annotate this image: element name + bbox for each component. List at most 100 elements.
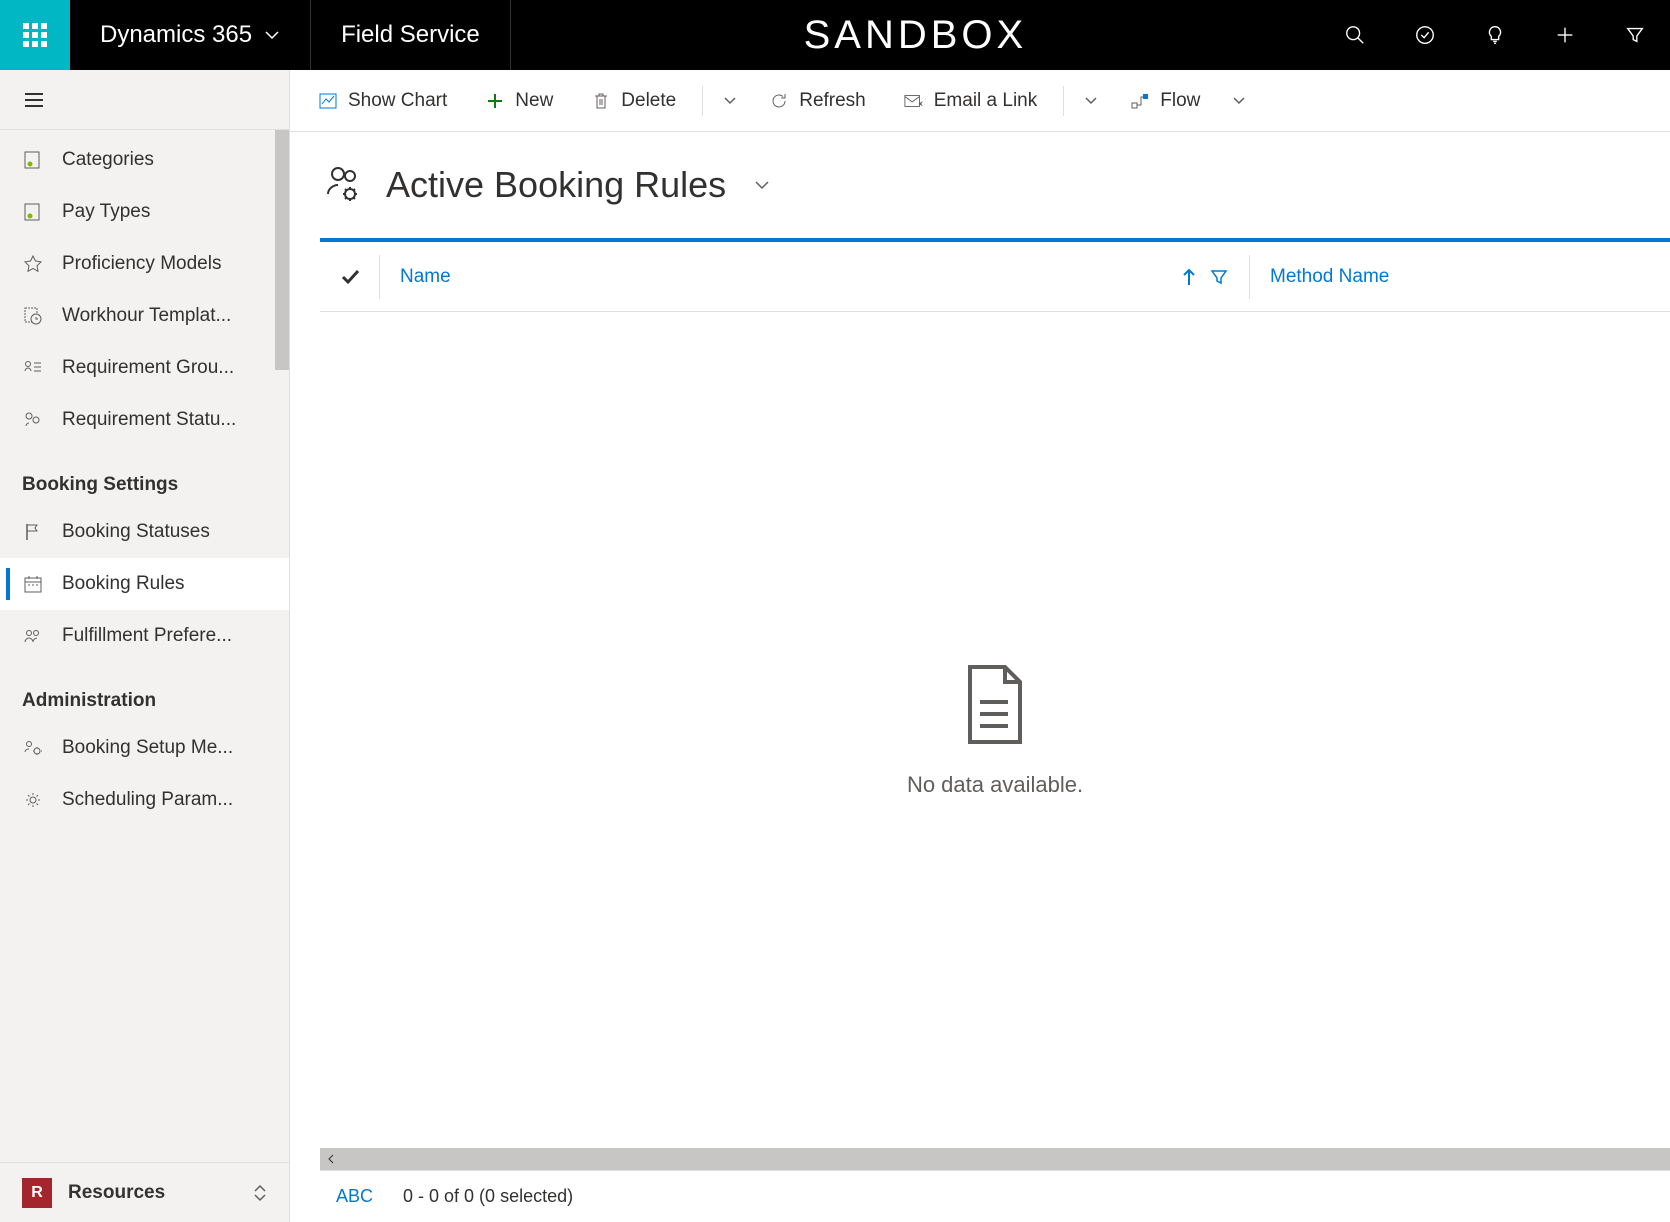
grid-body: No data available. <box>320 312 1670 1148</box>
sidebar-item-paytypes[interactable]: Pay Types <box>0 186 289 238</box>
sidebar-item-label: Fulfillment Prefere... <box>62 625 232 647</box>
grid-footer: ABC 0 - 0 of 0 (0 selected) <box>320 1170 1670 1222</box>
column-name[interactable]: Name <box>380 255 1250 299</box>
sidebar-item-label: Workhour Templat... <box>62 305 231 327</box>
hamburger-icon <box>22 88 46 112</box>
category-icon <box>22 149 44 171</box>
cmd-label: Refresh <box>799 90 866 112</box>
sidebar-item-fulfillment[interactable]: Fulfillment Prefere... <box>0 610 289 662</box>
hamburger-button[interactable] <box>22 88 46 112</box>
sidebar-group-booking: Booking Settings <box>0 446 289 506</box>
view-header: Active Booking Rules <box>290 132 1670 238</box>
paytype-icon <box>22 201 44 223</box>
view-selector-dropdown[interactable] <box>752 175 772 195</box>
area-label: Resources <box>68 1182 165 1204</box>
app-launcher[interactable] <box>0 0 70 70</box>
star-icon <box>22 253 44 275</box>
search-button[interactable] <box>1320 0 1390 70</box>
area-switcher-arrows[interactable] <box>253 1184 267 1202</box>
area-badge: R <box>22 1178 52 1208</box>
refresh-button[interactable]: Refresh <box>753 81 882 121</box>
sort-up-icon[interactable] <box>1181 267 1197 287</box>
gear-icon <box>22 789 44 811</box>
email-dropdown[interactable] <box>1074 94 1108 108</box>
sidebar-item-workhour[interactable]: Workhour Templat... <box>0 290 289 342</box>
sidebar-item-label: Booking Rules <box>62 573 185 595</box>
add-button[interactable] <box>1530 0 1600 70</box>
sidebar-item-label: Pay Types <box>62 201 150 223</box>
delete-dropdown[interactable] <box>713 94 747 108</box>
column-label: Name <box>400 266 451 288</box>
email-link-button[interactable]: Email a Link <box>888 81 1054 121</box>
app-name-label: Dynamics 365 <box>100 21 252 49</box>
top-header: Dynamics 365 Field Service SANDBOX <box>0 0 1670 70</box>
flag-icon <box>22 521 44 543</box>
help-button[interactable] <box>1460 0 1530 70</box>
cmd-label: Email a Link <box>934 90 1038 112</box>
main-content: Show Chart New Delete Refresh Email a Li… <box>290 70 1670 1222</box>
email-icon <box>904 91 924 111</box>
record-count: 0 - 0 of 0 (0 selected) <box>403 1186 573 1207</box>
cmd-label: Flow <box>1160 90 1200 112</box>
sidebar-list: Categories Pay Types Proficiency Models … <box>0 130 289 1162</box>
filter-icon[interactable] <box>1209 267 1229 287</box>
sidebar-item-reqstatus[interactable]: Requirement Statu... <box>0 394 289 446</box>
column-method-name[interactable]: Method Name <box>1250 255 1670 299</box>
sidebar-item-proficiency[interactable]: Proficiency Models <box>0 238 289 290</box>
alpha-filter[interactable]: ABC <box>336 1186 373 1207</box>
people-gear-icon <box>320 162 366 208</box>
select-all-column[interactable] <box>320 255 380 299</box>
data-grid: Name Method Name No data available. <box>320 238 1670 1222</box>
sidebar-item-label: Categories <box>62 149 154 171</box>
sidebar-item-bookingstatuses[interactable]: Booking Statuses <box>0 506 289 558</box>
sidebar: Categories Pay Types Proficiency Models … <box>0 70 290 1222</box>
sidebar-item-schedulingparam[interactable]: Scheduling Param... <box>0 774 289 826</box>
show-chart-button[interactable]: Show Chart <box>302 81 463 121</box>
plus-icon <box>485 91 505 111</box>
chevron-down-icon <box>1084 94 1098 108</box>
divider <box>702 86 703 116</box>
column-label: Method Name <box>1270 266 1389 288</box>
sidebar-item-categories[interactable]: Categories <box>0 134 289 186</box>
req-status-icon <box>22 409 44 431</box>
sidebar-item-reqgroup[interactable]: Requirement Grou... <box>0 342 289 394</box>
chevron-down-icon <box>253 1193 267 1202</box>
new-button[interactable]: New <box>469 81 569 121</box>
delete-button[interactable]: Delete <box>575 81 692 121</box>
people-icon <box>22 625 44 647</box>
module-text: Field Service <box>341 21 480 49</box>
flow-button[interactable]: Flow <box>1114 81 1216 121</box>
column-sort-controls <box>1181 267 1229 287</box>
environment-label: SANDBOX <box>511 0 1320 70</box>
flow-dropdown[interactable] <box>1222 94 1256 108</box>
sidebar-item-bookingsetup[interactable]: Booking Setup Me... <box>0 722 289 774</box>
chevron-down-icon <box>723 94 737 108</box>
sidebar-item-label: Requirement Statu... <box>62 409 236 431</box>
app-name-dropdown[interactable]: Dynamics 365 <box>70 0 311 70</box>
sidebar-item-label: Booking Setup Me... <box>62 737 233 759</box>
task-icon <box>1414 24 1436 46</box>
filter-icon <box>1624 24 1646 46</box>
scroll-left-icon[interactable] <box>324 1152 338 1166</box>
task-button[interactable] <box>1390 0 1460 70</box>
clock-doc-icon <box>22 305 44 327</box>
chevron-up-icon <box>253 1184 267 1193</box>
horizontal-scrollbar[interactable] <box>320 1148 1670 1170</box>
chevron-down-icon <box>264 27 280 43</box>
sidebar-header <box>0 70 289 130</box>
cmd-label: Show Chart <box>348 90 447 112</box>
top-icon-bar <box>1320 0 1670 70</box>
cmd-label: Delete <box>621 90 676 112</box>
sidebar-item-bookingrules[interactable]: Booking Rules <box>0 558 289 610</box>
sidebar-item-label: Proficiency Models <box>62 253 221 275</box>
filter-button[interactable] <box>1600 0 1670 70</box>
sidebar-item-label: Scheduling Param... <box>62 789 233 811</box>
sidebar-area-switcher[interactable]: R Resources <box>0 1162 289 1222</box>
flow-icon <box>1130 91 1150 111</box>
check-icon <box>339 266 361 288</box>
chart-icon <box>318 91 338 111</box>
module-label[interactable]: Field Service <box>311 0 511 70</box>
command-bar: Show Chart New Delete Refresh Email a Li… <box>290 70 1670 132</box>
cmd-label: New <box>515 90 553 112</box>
plus-icon <box>1554 24 1576 46</box>
